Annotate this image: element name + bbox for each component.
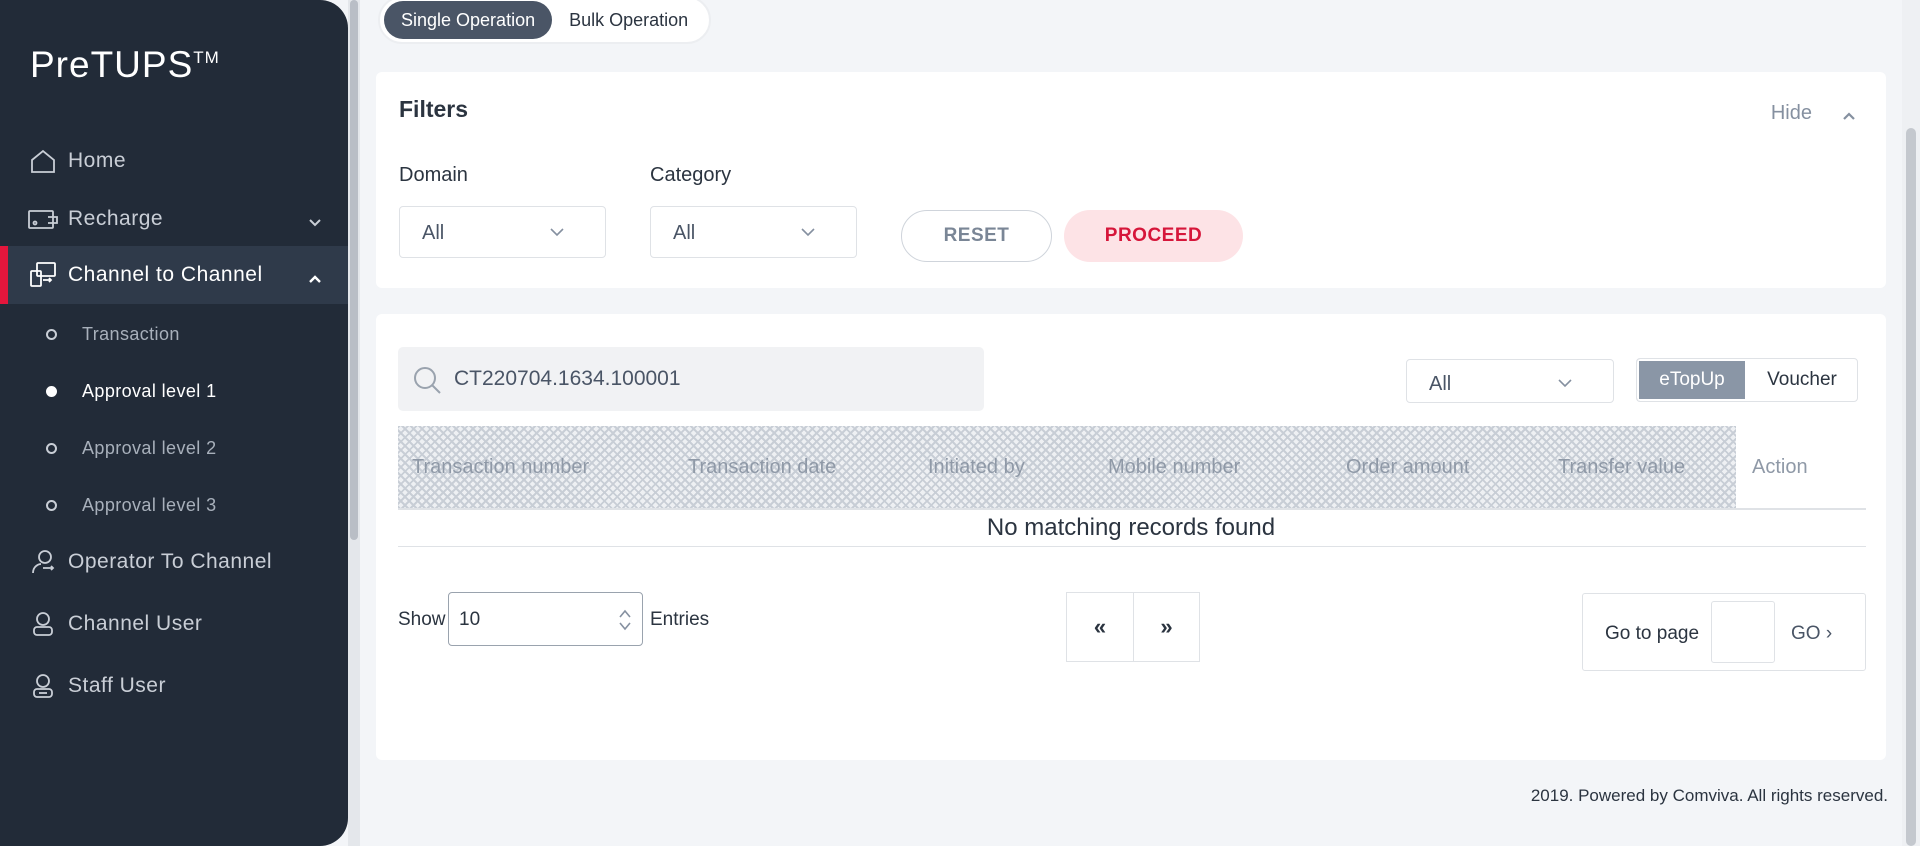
entries-value: 10 [459, 609, 481, 630]
chevron-down-icon [308, 210, 322, 234]
table-divider [398, 546, 1866, 547]
next-page-button[interactable]: » [1133, 593, 1199, 661]
footer-text: 2019. Powered by Comviva. All rights res… [1530, 786, 1888, 805]
pagination: « » [1066, 592, 1200, 662]
column-header-transaction-number[interactable]: Transaction number [412, 456, 589, 479]
sidebar-item-staff-user[interactable]: Staff User [0, 657, 348, 715]
chevron-up-icon[interactable] [1842, 108, 1856, 126]
category-select-value: All [673, 222, 696, 244]
home-icon [28, 146, 58, 176]
table-header-divider [398, 508, 1866, 510]
bullet-icon [46, 328, 57, 340]
sidebar-subitem-approval-level-2[interactable]: Approval level 2 [0, 428, 348, 468]
sidebar-item-label: Channel User [68, 612, 203, 635]
app-logo[interactable]: PreTUPSTM [30, 44, 220, 86]
bullet-icon [46, 499, 57, 511]
domain-label: Domain [399, 164, 468, 186]
search-icon [412, 365, 442, 400]
hide-filters-link[interactable]: Hide [1771, 102, 1812, 125]
sidebar-item-recharge[interactable]: Recharge [0, 190, 348, 248]
filters-title: Filters [399, 96, 469, 122]
sidebar-subitem-label: Approval level 2 [82, 437, 217, 458]
category-label: Category [650, 164, 732, 186]
sidebar-subitem-label: Transaction [82, 323, 180, 344]
sidebar-subitem-label: Approval level 1 [82, 380, 217, 401]
column-header-initiated-by[interactable]: Initiated by [928, 456, 1025, 479]
tab-bulk-operation[interactable]: Bulk Operation [552, 1, 705, 39]
bullet-icon [46, 385, 57, 397]
column-header-transfer-value[interactable]: Transfer value [1558, 456, 1685, 479]
sidebar-subitem-transaction[interactable]: Transaction [0, 314, 348, 354]
chevron-up-icon [308, 266, 322, 290]
user-icon [28, 609, 58, 639]
operator-icon [28, 547, 58, 577]
stepper-arrows-icon[interactable] [618, 607, 632, 638]
column-header-mobile-number[interactable]: Mobile number [1108, 456, 1240, 479]
empty-table-message: No matching records found [986, 514, 1276, 541]
entries-per-page-stepper[interactable]: 10 [448, 592, 643, 646]
page-number-input[interactable] [1711, 601, 1775, 663]
sidebar-item-label: Operator To Channel [68, 550, 273, 573]
table-header-background [398, 426, 1736, 508]
chevron-down-icon [800, 221, 816, 248]
sidebar-subitem-label: Approval level 3 [82, 494, 217, 515]
sidebar: PreTUPSTM Home Recharge Channel to Chann… [0, 0, 348, 846]
sidebar-subitem-approval-level-1[interactable]: Approval level 1 [0, 371, 348, 411]
table-header: Transaction number Transaction date Init… [398, 426, 1866, 508]
chevron-down-icon [549, 221, 565, 248]
sidebar-item-home[interactable]: Home [0, 132, 348, 190]
channel-transfer-icon [28, 260, 58, 290]
sidebar-item-channel-to-channel[interactable]: Channel to Channel [0, 246, 348, 304]
sidebar-item-label: Recharge [68, 207, 164, 230]
category-select[interactable]: All [650, 206, 857, 258]
go-to-page-label: Go to page [1605, 623, 1700, 644]
staff-user-icon [28, 671, 58, 701]
operation-tabs: Single Operation Bulk Operation [378, 0, 712, 44]
bullet-icon [46, 442, 57, 454]
sidebar-scrollbar-thumb[interactable] [350, 0, 358, 540]
type-select[interactable]: All [1406, 359, 1614, 403]
type-select-value: All [1429, 373, 1452, 395]
domain-select[interactable]: All [399, 206, 606, 258]
sidebar-item-label: Staff User [68, 674, 166, 697]
tab-single-operation[interactable]: Single Operation [384, 1, 553, 39]
product-toggle: eTopUp Voucher [1636, 358, 1858, 402]
reset-button[interactable]: RESET [901, 210, 1052, 262]
voucher-toggle-button[interactable]: Voucher [1747, 359, 1857, 401]
entries-label: Entries [650, 609, 710, 630]
search-input[interactable] [454, 363, 964, 395]
chevron-down-icon [1557, 372, 1573, 399]
sidebar-item-operator-to-channel[interactable]: Operator To Channel [0, 533, 348, 591]
filters-panel: Filters Hide Domain All Category All RES… [376, 72, 1886, 288]
sidebar-item-label: Home [68, 149, 127, 172]
etopup-toggle-button[interactable]: eTopUp [1637, 359, 1747, 401]
show-label: Show [398, 609, 446, 630]
sidebar-item-label: Channel to Channel [68, 263, 263, 286]
go-button[interactable]: GO › [1791, 623, 1832, 645]
go-to-page: Go to page GO › [1582, 593, 1866, 671]
recharge-icon [28, 204, 58, 234]
search-field[interactable] [398, 347, 984, 411]
proceed-button[interactable]: PROCEED [1064, 210, 1243, 262]
previous-page-button[interactable]: « [1067, 593, 1133, 661]
column-header-action: Action [1752, 456, 1808, 478]
column-header-transaction-date[interactable]: Transaction date [688, 456, 836, 479]
results-panel: All eTopUp Voucher Transaction number Tr… [376, 314, 1886, 760]
sidebar-item-channel-user[interactable]: Channel User [0, 595, 348, 653]
sidebar-subitem-approval-level-3[interactable]: Approval level 3 [0, 485, 348, 525]
page-scrollbar-thumb[interactable] [1906, 128, 1916, 846]
column-header-order-amount[interactable]: Order amount [1346, 456, 1469, 479]
domain-select-value: All [422, 222, 445, 244]
